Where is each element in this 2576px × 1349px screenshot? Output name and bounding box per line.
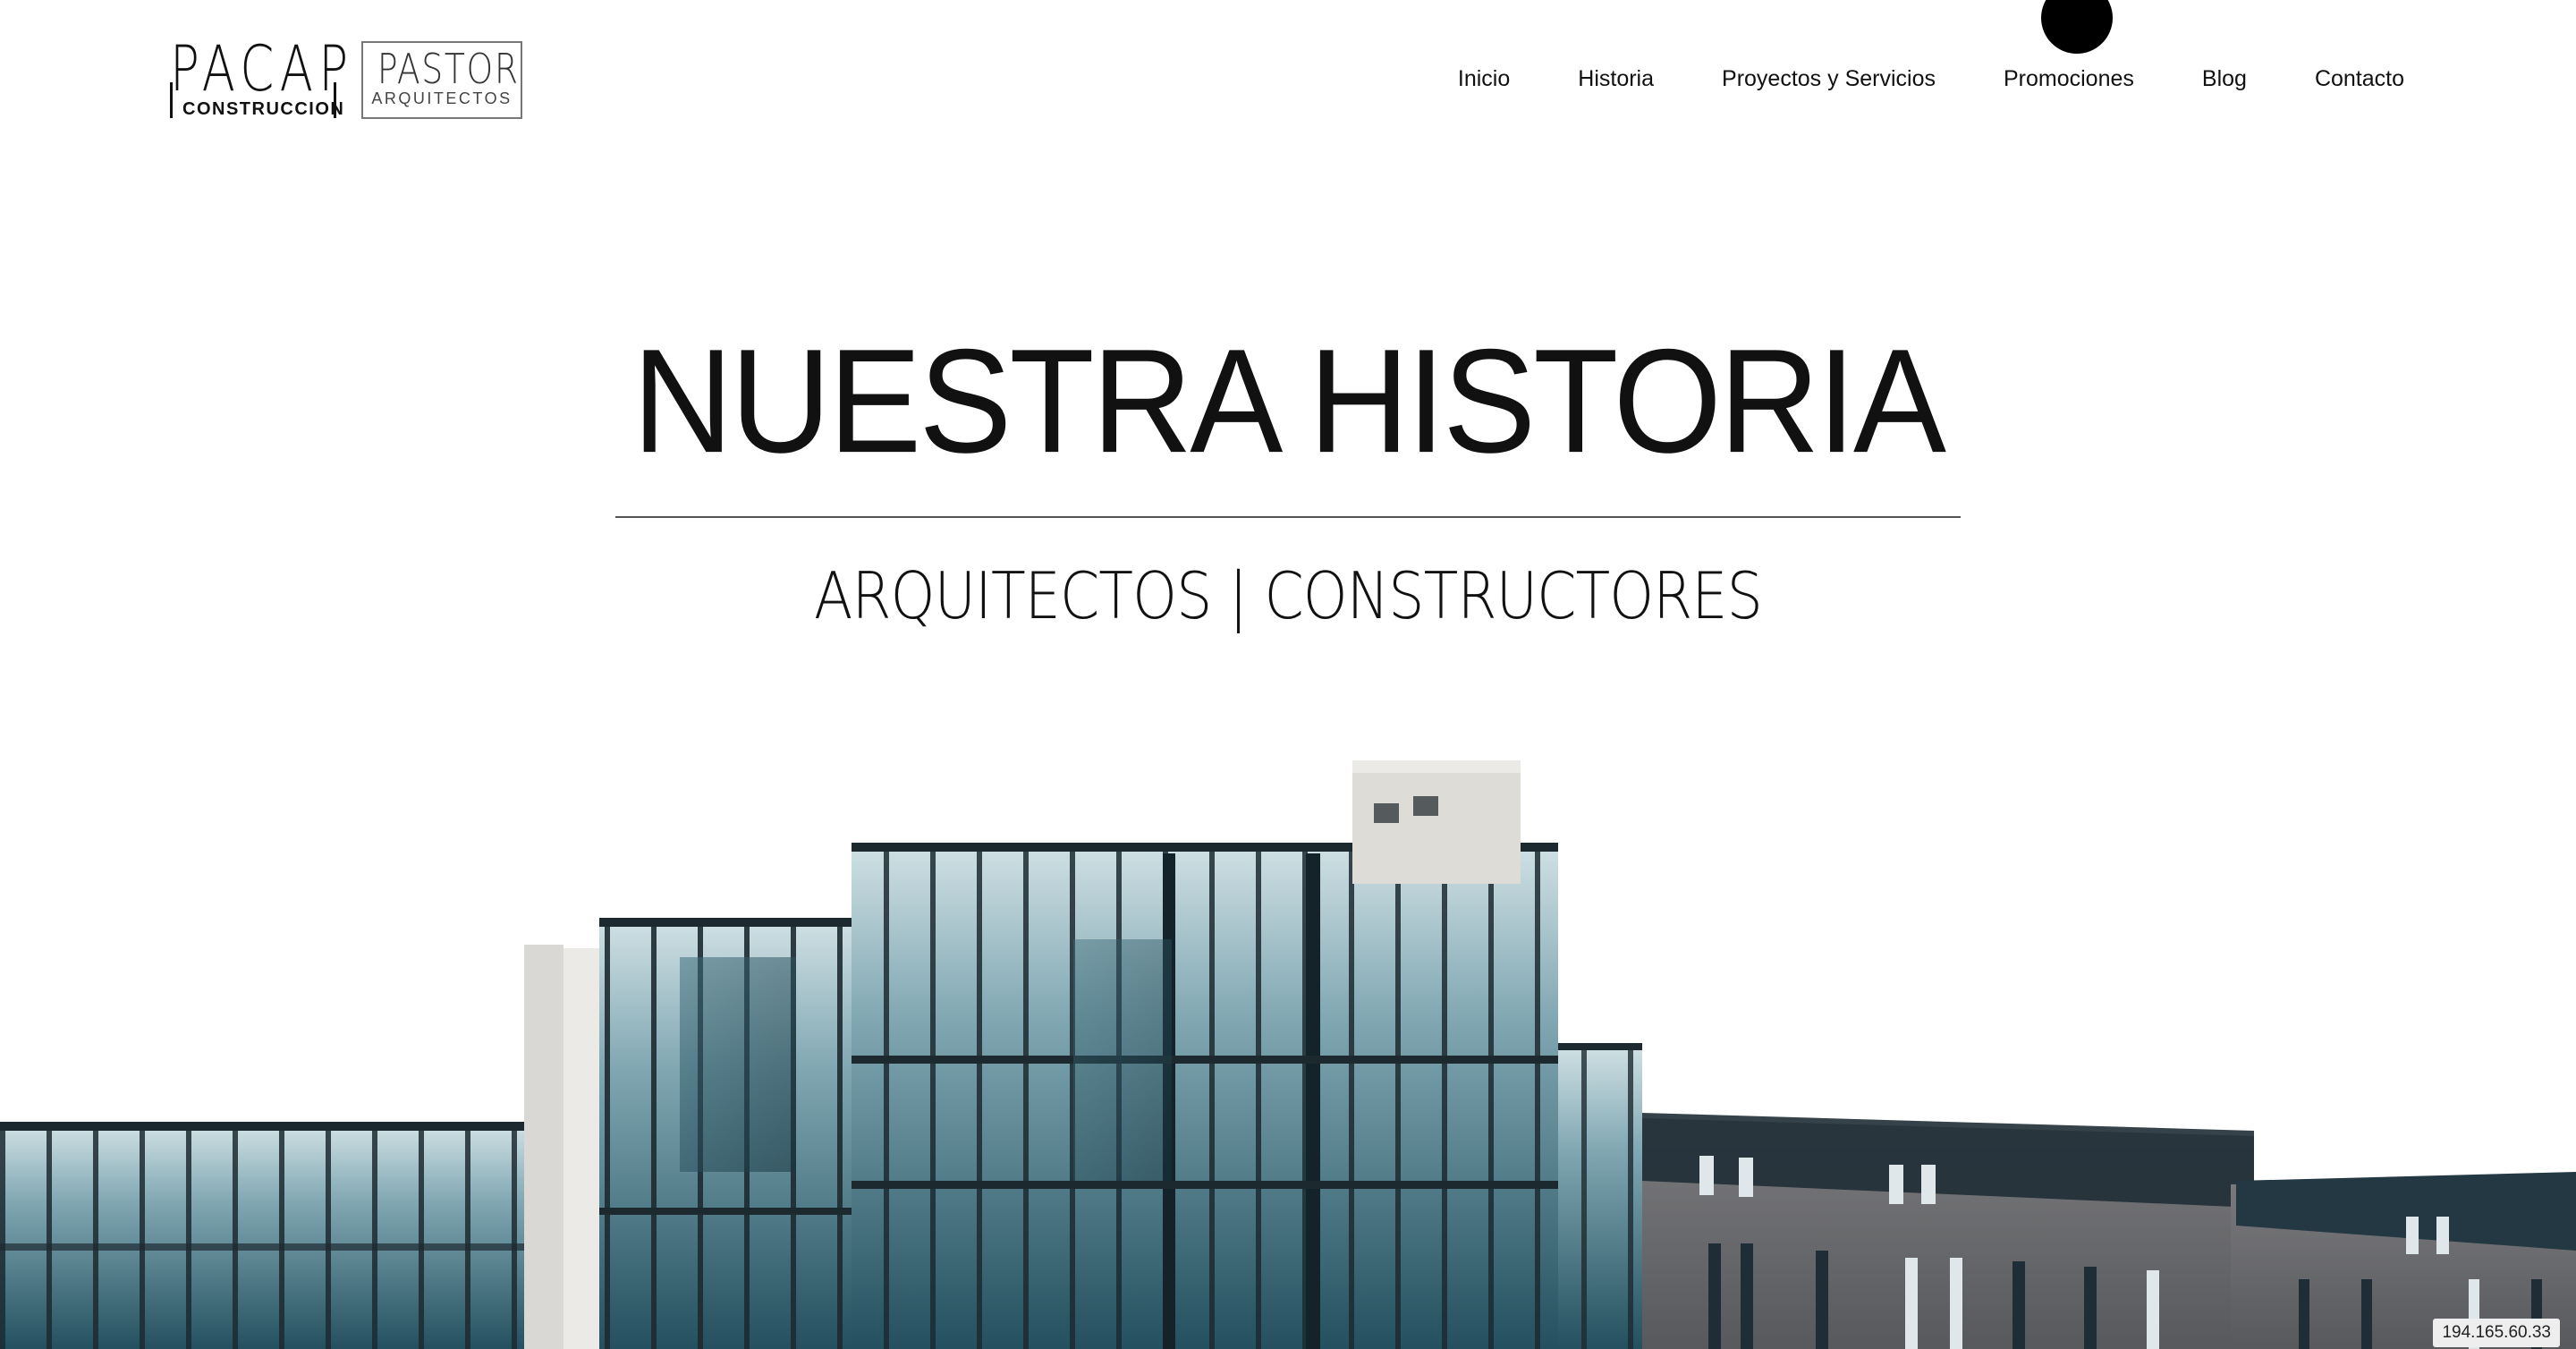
logo-pacap-tagline: CONSTRUCCION [182, 99, 345, 119]
nav-link-contacto[interactable]: Contacto [2315, 66, 2404, 92]
page-title: NUESTRA HISTORIA [631, 318, 1946, 485]
main-nav: Inicio Historia Proyectos y Servicios Pr… [1458, 66, 2404, 92]
logo-pastor-word: PASTOR [377, 45, 520, 93]
nav-link-blog[interactable]: Blog [2202, 66, 2247, 92]
logo-pacap-word: PACAP [170, 32, 354, 106]
ip-address-badge: 194.165.60.33 [2433, 1319, 2560, 1347]
cursor-dot-icon [2041, 0, 2113, 54]
nav-link-inicio[interactable]: Inicio [1458, 66, 1510, 92]
nav-link-promociones[interactable]: Promociones [2004, 66, 2134, 92]
logo-pacap-construccion[interactable]: PACAP CONSTRUCCION [170, 38, 348, 122]
logo-bar-right [334, 82, 336, 118]
logo-pastor-arquitectos[interactable]: PASTOR ARQUITECTOS [361, 41, 522, 119]
building-hero-image [0, 760, 2576, 1349]
page-subtitle: ARQUITECTOS | CONSTRUCTORES [814, 558, 1763, 633]
nav-link-historia[interactable]: Historia [1578, 66, 1654, 92]
nav-link-proyectos-y-servicios[interactable]: Proyectos y Servicios [1722, 66, 1936, 92]
title-divider [615, 516, 1961, 518]
